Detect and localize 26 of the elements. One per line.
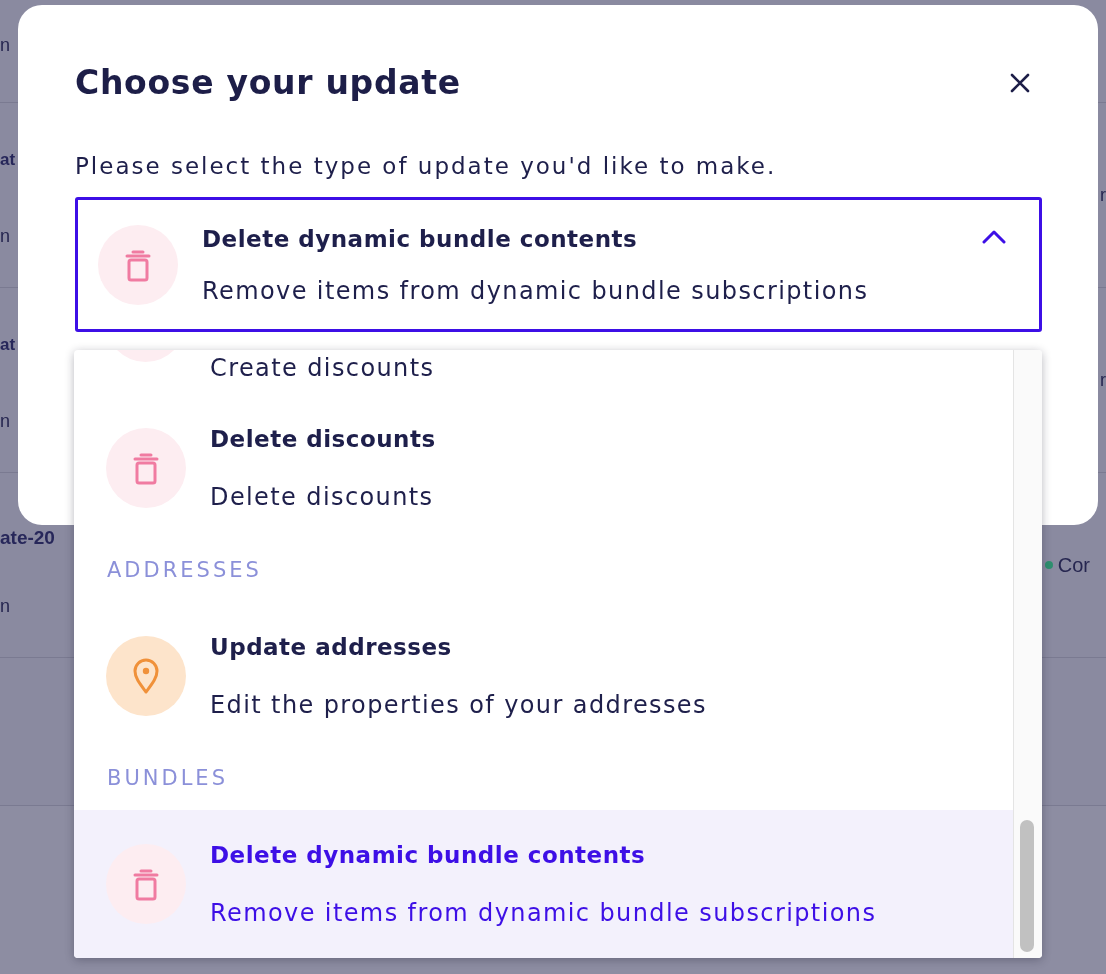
row-detail: n — [0, 596, 10, 616]
row-title: at — [0, 335, 16, 355]
row-detail: n — [0, 35, 10, 55]
close-icon — [1010, 73, 1030, 93]
option-item[interactable]: Delete discounts Delete discounts — [74, 394, 1013, 542]
scrollbar-thumb[interactable] — [1020, 820, 1034, 952]
row-text: r — [1100, 370, 1106, 390]
option-item[interactable]: Create discounts — [74, 350, 1013, 394]
status-label: Cor — [1057, 554, 1090, 576]
trash-icon — [98, 224, 178, 305]
dialog-title: Choose your update — [75, 62, 462, 104]
row-text: r — [1100, 185, 1106, 205]
row-detail: n — [0, 226, 10, 246]
prompt-text: Please select the type of update you'd like to make. — [75, 152, 777, 181]
row-title: at — [0, 150, 16, 170]
close-button[interactable] — [1008, 71, 1032, 95]
update-type-select[interactable]: Delete dynamic bundle contents Remove items from dynamic bundle subscriptions — [75, 197, 1042, 332]
option-item[interactable]: Delete dynamic bundle contents Remove items from dynamic bundle subscriptions — [74, 810, 1013, 958]
option-item[interactable]: Update addresses Edit the properties of your addresses — [74, 602, 1013, 750]
section-heading: BUNDLES — [107, 766, 228, 790]
section-heading: ADDRESSES — [107, 558, 262, 582]
row-title: ate-20 — [0, 528, 55, 548]
trash-icon — [106, 844, 186, 924]
row-detail: n — [0, 411, 10, 431]
pin-icon — [106, 636, 186, 716]
trash-icon — [106, 428, 186, 508]
